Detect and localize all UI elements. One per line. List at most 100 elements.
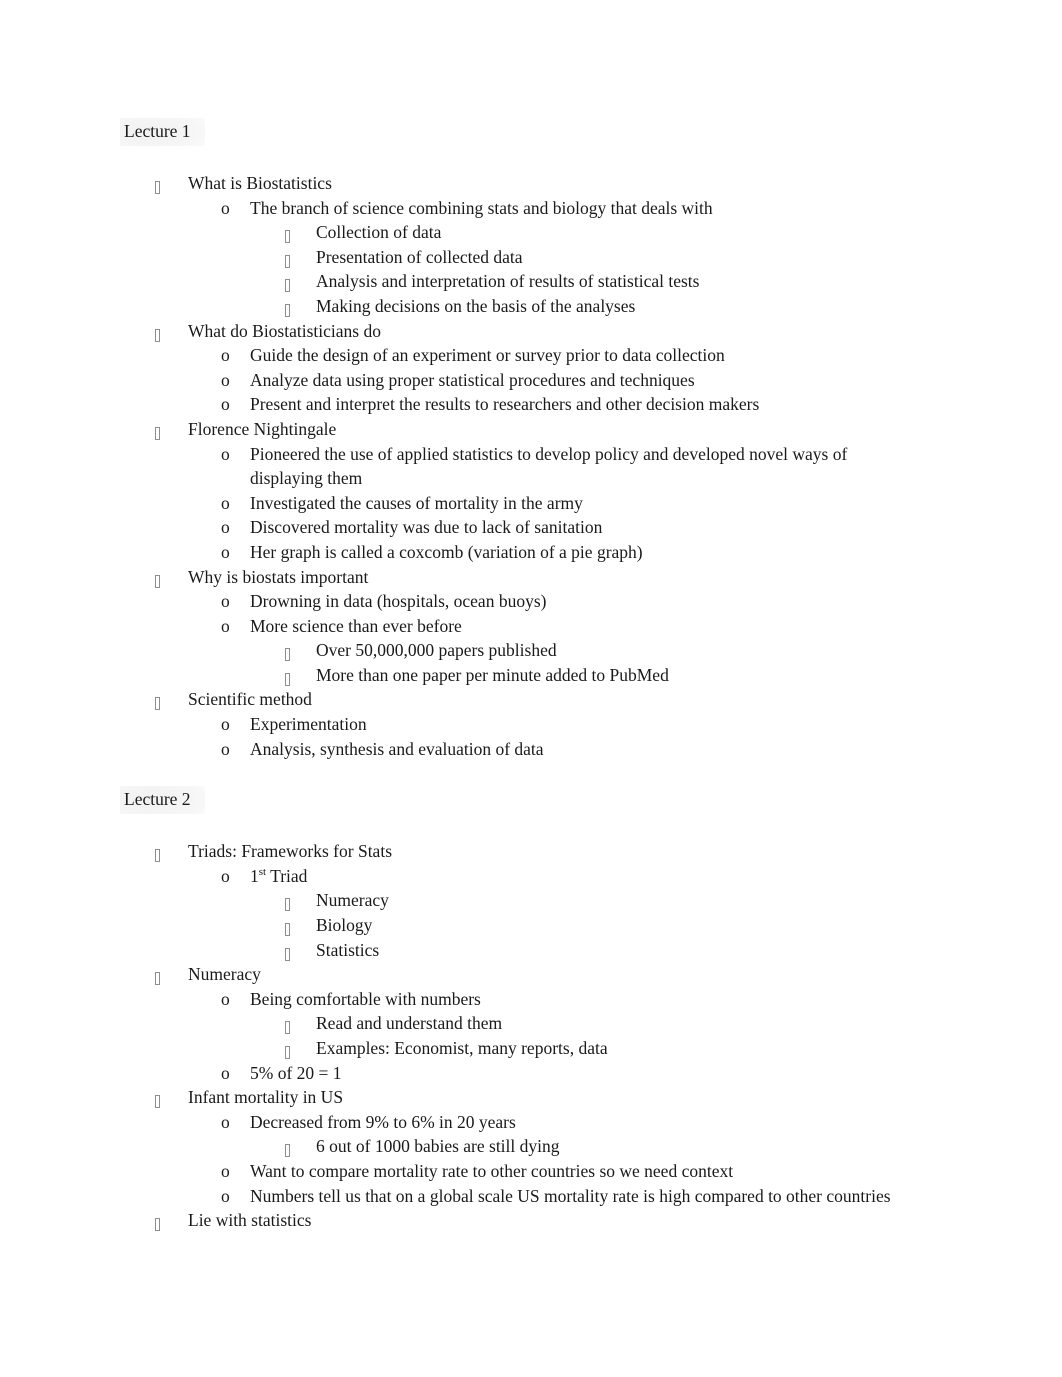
outline-item-text: Statistics xyxy=(316,939,380,960)
outline-item-text: Presentation of collected data xyxy=(316,246,523,267)
outline-item-text: 1st Triad xyxy=(250,864,902,889)
missing-glyph-box xyxy=(155,697,160,711)
outline-item: o Her graph is called a coxcomb (variatio… xyxy=(124,540,902,565)
document-page: Lecture 1 What is Biostatistics o The bran… xyxy=(0,0,1062,1377)
outline-item-text: Florence Nightingale xyxy=(188,418,337,439)
outline-item: o The branch of science combining stats a… xyxy=(124,196,902,221)
lecture-heading-text: Lecture 2 xyxy=(120,786,205,815)
bullet-box-icon xyxy=(285,1036,290,1061)
outline-item-text: 5% of 20 = 1 xyxy=(250,1062,342,1083)
outline-item: More than one paper per minute added to … xyxy=(124,663,902,688)
missing-glyph-box xyxy=(155,426,160,440)
bullet-box-icon xyxy=(155,171,160,196)
bullet-letter-o-icon: o xyxy=(221,1185,230,1206)
outline-item-text: Discovered mortality was due to lack of … xyxy=(250,517,603,538)
outline-item: o 1st Triad xyxy=(124,864,902,889)
outline-item-text: Pioneered the use of applied statistics … xyxy=(250,443,848,489)
missing-glyph-box xyxy=(285,279,290,293)
outline-item: o Discovered mortality was due to lack of… xyxy=(124,515,902,540)
outline-item-text: Over 50,000,000 papers published xyxy=(316,640,557,661)
bullet-box-icon xyxy=(285,294,290,319)
bullet-box-icon xyxy=(155,417,160,442)
outline-item: o Numbers tell us that on a global scale … xyxy=(124,1184,902,1209)
outline-item-text: Analyze data using proper statistical pr… xyxy=(250,369,695,390)
outline-item: o Guide the design of an experiment or su… xyxy=(124,343,902,368)
outline-item: Florence Nightingale xyxy=(124,417,902,442)
outline-item-text: Being comfortable with numbers xyxy=(250,988,481,1009)
outline-item-text: Numbers tell us that on a global scale U… xyxy=(250,1185,891,1206)
missing-glyph-box xyxy=(285,303,290,317)
bullet-letter-o-icon: o xyxy=(221,865,230,886)
missing-glyph-box xyxy=(285,898,290,912)
bullet-box-icon xyxy=(155,565,160,590)
bullet-box-icon xyxy=(285,938,290,963)
missing-glyph-box xyxy=(155,972,160,986)
ordinal-rest: Triad xyxy=(266,865,308,886)
bullet-letter-o-icon: o xyxy=(221,369,230,390)
outline-item: Numeracy xyxy=(124,888,902,913)
outline-item: o Investigated the causes of mortality in… xyxy=(124,491,902,516)
bullet-box-icon xyxy=(285,913,290,938)
bullet-letter-o-icon: o xyxy=(221,394,230,415)
bullet-letter-o-icon: o xyxy=(221,541,230,562)
outline-item-text: Experimentation xyxy=(250,714,367,735)
outline-item-text: Numeracy xyxy=(188,964,261,985)
outline-item-text: Investigated the causes of mortality in … xyxy=(250,492,583,513)
bullet-letter-o-icon: o xyxy=(221,591,230,612)
outline-item-text: Want to compare mortality rate to other … xyxy=(250,1160,734,1181)
outline-item: Lie with statistics xyxy=(124,1208,902,1233)
outline-item: Infant mortality in US xyxy=(124,1085,902,1110)
bullet-box-icon xyxy=(285,1011,290,1036)
bullet-letter-o-icon: o xyxy=(221,738,230,759)
outline-item-text: More science than ever before xyxy=(250,615,462,636)
outline-item: Why is biostats important xyxy=(124,565,902,590)
outline-item-text: Collection of data xyxy=(316,222,442,243)
outline-item: Presentation of collected data xyxy=(124,245,902,270)
document-body: Lecture 1 What is Biostatistics o The bran… xyxy=(0,0,1062,1233)
bullet-box-icon xyxy=(285,663,290,688)
bullet-letter-o-icon: o xyxy=(221,1111,230,1132)
outline-item: o Analysis, synthesis and evaluation of d… xyxy=(124,737,902,762)
missing-glyph-box xyxy=(155,181,160,194)
outline-item: Numeracy xyxy=(124,962,902,987)
outline-item: o Present and interpret the results to re… xyxy=(124,392,902,417)
bullet-box-icon xyxy=(285,1134,290,1159)
bullet-box-icon xyxy=(155,1085,160,1110)
bullet-letter-o-icon: o xyxy=(221,345,230,366)
outline-item-text: What do Biostatisticians do xyxy=(188,320,381,341)
outline-item-text: Guide the design of an experiment or sur… xyxy=(250,345,725,366)
heading-gap xyxy=(124,146,902,171)
ordinal-number: 1 xyxy=(250,865,259,886)
missing-glyph-box xyxy=(155,328,160,342)
bullet-box-icon xyxy=(155,962,160,987)
outline-item-text: Numeracy xyxy=(316,890,389,911)
outline-item-text: Examples: Economist, many reports, data xyxy=(316,1038,608,1058)
outline-item: o Experimentation xyxy=(124,712,902,737)
outline-item-text: Present and interpret the results to res… xyxy=(250,394,760,415)
bullet-box-icon xyxy=(285,269,290,294)
outline-item-text: Analysis and interpretation of results o… xyxy=(316,271,700,292)
outline-item: Biology xyxy=(124,913,902,938)
bullet-letter-o-icon: o xyxy=(221,714,230,735)
bullet-letter-o-icon: o xyxy=(221,517,230,538)
missing-glyph-box xyxy=(285,947,290,961)
bullet-box-icon xyxy=(285,888,290,913)
bullet-letter-o-icon: o xyxy=(221,615,230,636)
outline-item-text: 6 out of 1000 babies are still dying xyxy=(316,1136,560,1157)
outline-item-text: Triads: Frameworks for Stats xyxy=(188,841,393,862)
outline-item-text: What is Biostatistics xyxy=(188,173,332,193)
outline-item-text: Her graph is called a coxcomb (variation… xyxy=(250,541,643,562)
bullet-box-icon xyxy=(155,687,160,712)
lecture-heading: Lecture 1 xyxy=(120,118,902,146)
bullet-letter-o-icon: o xyxy=(221,492,230,513)
outline-item-text: Making decisions on the basis of the ana… xyxy=(316,295,636,316)
ordinal-suffix: st xyxy=(258,866,267,879)
outline-item: o More science than ever before xyxy=(124,614,902,639)
outline-item: Examples: Economist, many reports, data xyxy=(124,1036,902,1061)
outline-item-text: More than one paper per minute added to … xyxy=(316,664,669,685)
bullet-letter-o-icon: o xyxy=(221,1160,230,1181)
outline-item: o Drowning in data (hospitals, ocean buoy… xyxy=(124,589,902,614)
bullet-letter-o-icon: o xyxy=(221,988,230,1009)
outline-item: Making decisions on the basis of the ana… xyxy=(124,294,902,319)
